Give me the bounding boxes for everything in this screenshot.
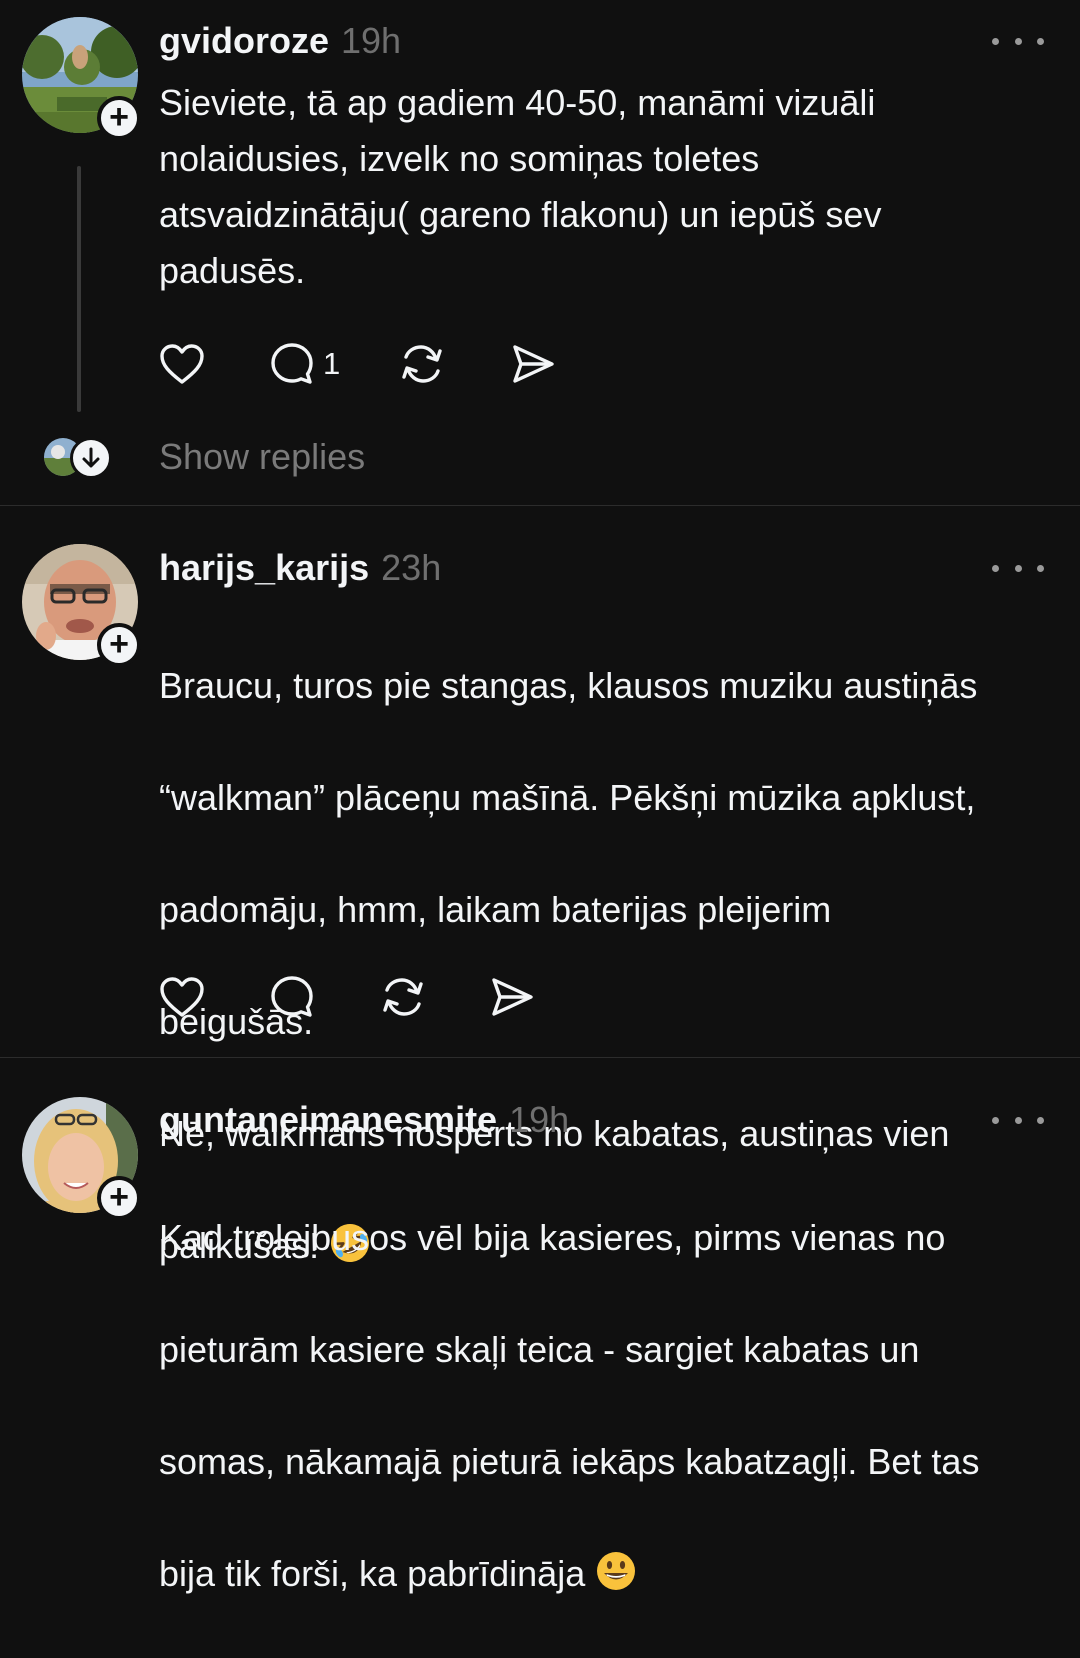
more-dots-icon	[992, 1116, 999, 1124]
show-replies-link[interactable]: Show replies	[159, 436, 365, 478]
post-header: gvidoroze 19h	[159, 20, 401, 64]
more-dots-icon	[992, 37, 999, 45]
share-button[interactable]	[489, 973, 535, 1021]
heart-icon	[160, 344, 204, 384]
comment-bubble-icon	[271, 343, 313, 384]
thread-post-2: + harijs_karijs 23h Braucu, turos pie st…	[0, 506, 1080, 1266]
post-text-line: “walkman” plāceņu mašīnā. Pēkšņi mūzika …	[159, 777, 976, 818]
more-dot	[1014, 564, 1022, 572]
post-text: Sieviete, tā ap gadiem 40-50, manāmi viz…	[159, 82, 882, 291]
follow-plus-icon[interactable]: +	[97, 623, 141, 667]
post-text-line: Kad trolejbusos vēl bija kasieres, pirms…	[159, 1217, 946, 1258]
thread-line	[77, 166, 81, 412]
more-dot	[1037, 564, 1044, 572]
expand-replies-button[interactable]	[70, 437, 112, 479]
post-time: 23h	[381, 547, 442, 588]
post-text-line: padomāju, hmm, laikam baterijas pleijeri…	[159, 889, 832, 930]
repost-arrows-icon	[383, 978, 423, 1016]
post-text-line: pieturām kasiere skaļi teica - sargiet k…	[159, 1329, 920, 1370]
more-options-button[interactable]	[992, 1110, 1044, 1130]
comment-bubble-icon	[271, 976, 313, 1017]
more-dot	[1037, 1116, 1044, 1124]
more-options-button[interactable]	[992, 31, 1044, 51]
post-header: harijs_karijs 23h	[159, 547, 441, 591]
comment-button[interactable]: 1	[269, 340, 340, 388]
like-button[interactable]	[159, 340, 205, 388]
post-text-fragment: bija tik forši, ka pabrīdināja	[159, 1553, 586, 1594]
post-text-line: Braucu, turos pie stangas, klausos muzik…	[159, 665, 978, 706]
post-text: Kad trolejbusos vēl bija kasieres, pirms…	[159, 1154, 1059, 1658]
more-options-button[interactable]	[992, 558, 1044, 578]
more-dot	[1014, 1116, 1022, 1124]
repost-button[interactable]	[379, 973, 427, 1021]
username[interactable]: gvidoroze	[159, 20, 329, 62]
username[interactable]: guntaneimanesmite	[159, 1099, 497, 1141]
follow-plus-icon[interactable]: +	[97, 1176, 141, 1220]
action-bar	[159, 973, 535, 1021]
post-header: guntaneimanesmite 19h	[159, 1099, 569, 1143]
post-time: 19h	[341, 20, 402, 61]
thread-post-3: + guntaneimanesmite 19h Kad trolejbusos …	[0, 1058, 1080, 1594]
comment-button[interactable]	[269, 973, 315, 1021]
heart-icon	[160, 977, 204, 1017]
thread-post-1: + gvidoroze 19h Sieviete, tā ap gadiem 4…	[0, 0, 1080, 505]
send-paper-plane-icon	[513, 345, 554, 383]
post-time: 19h	[509, 1099, 570, 1140]
post-text-line: somas, nākamajā pieturā iekāps kabatzagļ…	[159, 1441, 980, 1482]
more-dot	[1014, 37, 1022, 45]
follow-plus-icon[interactable]: +	[97, 96, 141, 140]
username[interactable]: harijs_karijs	[159, 547, 369, 589]
arrow-down-icon	[82, 447, 100, 468]
grinning-face-emoji-icon	[597, 1552, 636, 1590]
like-button[interactable]	[159, 973, 205, 1021]
more-dot	[1037, 37, 1044, 45]
post-text-line: bija tik forši, ka pabrīdināja	[159, 1546, 1059, 1602]
repost-button[interactable]	[398, 340, 446, 388]
share-button[interactable]	[510, 340, 556, 388]
repost-arrows-icon	[402, 345, 442, 383]
reply-count: 1	[323, 346, 341, 381]
send-paper-plane-icon	[492, 978, 533, 1016]
action-bar: 1	[159, 340, 556, 388]
more-dots-icon	[992, 564, 999, 572]
